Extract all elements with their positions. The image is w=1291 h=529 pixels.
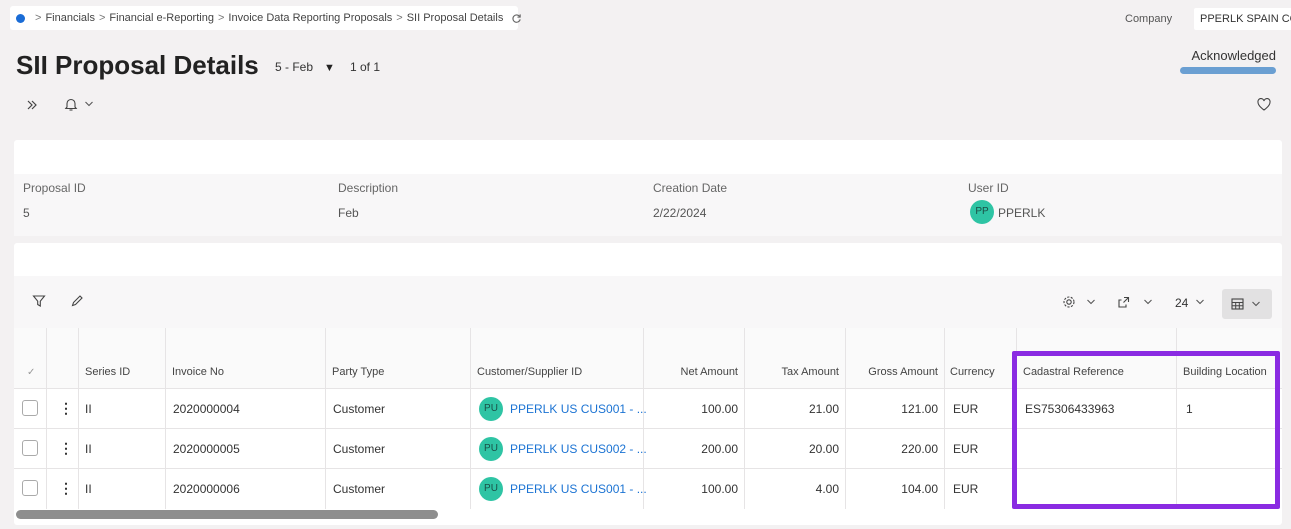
user-id-value[interactable]: PPERLK (998, 206, 1045, 220)
cell-gross-amount: 121.00 (901, 402, 938, 416)
breadcrumb-item-financial-e-reporting[interactable]: Financial e-Reporting (109, 12, 214, 24)
customer-avatar: PU (479, 477, 503, 501)
breadcrumb: > Financials > Financial e-Reporting > I… (10, 6, 522, 30)
cell-currency: EUR (953, 402, 979, 416)
status-indicator-bar (1180, 67, 1276, 74)
highlight-box (1012, 351, 1280, 509)
record-selector[interactable]: 5 - Feb (275, 60, 313, 74)
cell-net-amount: 200.00 (701, 442, 738, 456)
customer-avatar: PU (479, 437, 503, 461)
breadcrumb-item-invoice-data-reporting-proposals[interactable]: Invoice Data Reporting Proposals (228, 12, 392, 24)
edit-icon[interactable] (70, 294, 84, 308)
export-dropdown-icon[interactable] (1143, 298, 1153, 306)
status-badge[interactable]: Acknowledged (1178, 48, 1276, 63)
cell-gross-amount: 104.00 (901, 482, 938, 496)
company-label: Company (1125, 13, 1173, 25)
col-customer-supplier-id[interactable]: Customer/Supplier ID (477, 366, 582, 378)
col-net-amount[interactable]: Net Amount (650, 366, 738, 378)
record-pager: 1 of 1 (350, 60, 381, 74)
cell-invoice-no: 2020000005 (173, 442, 240, 456)
cell-tax-amount: 20.00 (808, 442, 839, 456)
select-all-checkmark-icon[interactable]: ✓ (27, 367, 35, 378)
cell-invoice-no: 2020000004 (173, 402, 240, 416)
customer-avatar: PU (479, 397, 503, 421)
settings-dropdown-icon[interactable] (1086, 298, 1096, 306)
refresh-icon[interactable] (511, 13, 522, 24)
table-view-dropdown-icon (1251, 300, 1261, 308)
row-checkbox[interactable] (22, 400, 38, 416)
cell-gross-amount: 220.00 (901, 442, 938, 456)
col-party-type[interactable]: Party Type (332, 366, 384, 378)
bell-dropdown-icon[interactable] (84, 100, 94, 108)
cell-invoice-no: 2020000006 (173, 482, 240, 496)
cell-series-id: II (85, 402, 92, 416)
cell-currency: EUR (953, 442, 979, 456)
cell-customer-link[interactable]: PPERLK US CUS001 - ... (510, 402, 647, 416)
filter-icon[interactable] (32, 294, 46, 308)
page-size-dropdown-icon[interactable] (1195, 298, 1205, 306)
col-invoice-no[interactable]: Invoice No (172, 366, 224, 378)
row-menu-icon[interactable]: ⋮ (59, 440, 73, 457)
proposal-id-value: 5 (23, 206, 30, 220)
breadcrumb-item-sii-proposal-details: SII Proposal Details (406, 12, 504, 24)
breadcrumb-item-financials[interactable]: Financials (45, 12, 95, 24)
expand-icon[interactable] (25, 98, 39, 112)
col-tax-amount[interactable]: Tax Amount (751, 366, 839, 378)
row-menu-icon[interactable]: ⋮ (59, 480, 73, 497)
row-menu-icon[interactable]: ⋮ (59, 400, 73, 417)
table-view-icon (1231, 298, 1244, 310)
page-title: SII Proposal Details (16, 50, 259, 80)
bell-icon[interactable] (64, 97, 78, 112)
cell-series-id: II (85, 482, 92, 496)
cell-series-id: II (85, 442, 92, 456)
cell-customer-link[interactable]: PPERLK US CUS002 - ... (510, 442, 647, 456)
col-series-id[interactable]: Series ID (85, 366, 130, 378)
col-currency[interactable]: Currency (950, 366, 995, 378)
creation-date-value: 2/22/2024 (653, 206, 707, 220)
user-avatar: PP (970, 200, 994, 224)
settings-icon[interactable] (1062, 295, 1076, 309)
cell-currency: EUR (953, 482, 979, 496)
cell-party-type: Customer (333, 482, 386, 496)
user-id-label: User ID (968, 181, 1009, 195)
proposal-id-label: Proposal ID (23, 181, 86, 195)
cell-net-amount: 100.00 (701, 402, 738, 416)
col-gross-amount[interactable]: Gross Amount (852, 366, 938, 378)
cell-tax-amount: 4.00 (815, 482, 839, 496)
cell-customer-link[interactable]: PPERLK US CUS001 - ... (510, 482, 647, 496)
cell-net-amount: 100.00 (701, 482, 738, 496)
description-value: Feb (338, 206, 359, 220)
horizontal-scrollbar-thumb[interactable] (16, 510, 438, 519)
record-dropdown-icon[interactable]: ▼ (324, 62, 335, 74)
cell-party-type: Customer (333, 402, 386, 416)
creation-date-label: Creation Date (653, 181, 728, 195)
cell-tax-amount: 21.00 (808, 402, 839, 416)
company-selector[interactable]: PPERLK SPAIN COMPANY (1194, 8, 1291, 30)
page-size-selector[interactable]: 24 (1175, 296, 1188, 310)
heart-icon[interactable] (1257, 98, 1271, 111)
proposal-fields-band (14, 174, 1282, 236)
export-icon[interactable] (1117, 295, 1131, 309)
cell-party-type: Customer (333, 442, 386, 456)
app-dot-icon (16, 13, 25, 23)
row-checkbox[interactable] (22, 440, 38, 456)
description-label: Description (338, 181, 399, 195)
table-view-button[interactable] (1222, 289, 1272, 319)
row-checkbox[interactable] (22, 480, 38, 496)
